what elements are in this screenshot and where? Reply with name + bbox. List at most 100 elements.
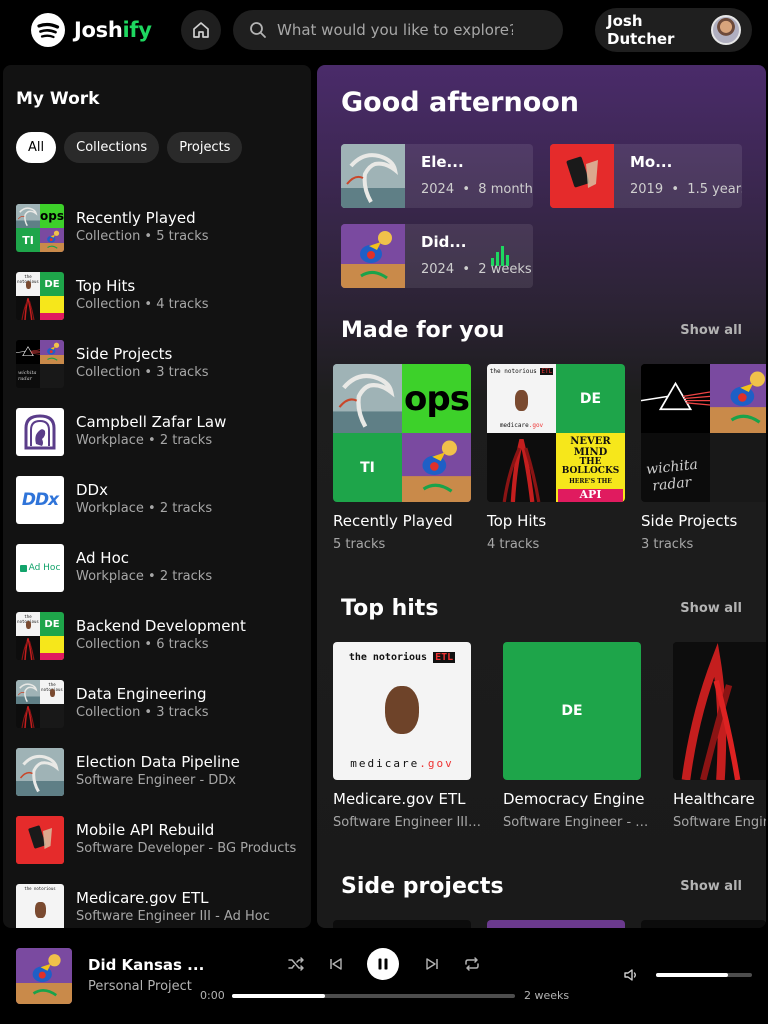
collection-art: wichita radar	[16, 340, 64, 388]
now-playing-subtitle: Personal Project	[88, 979, 192, 994]
collection-art: ops TI	[333, 364, 471, 502]
volume-button[interactable]	[622, 966, 640, 988]
recent-card[interactable]: Did... 2024 • 2 weeks	[341, 224, 533, 288]
library-item-meta: Workplace • 2 tracks	[76, 569, 213, 584]
library-item-name: Election Data Pipeline	[76, 753, 240, 771]
show-all-top-hits[interactable]: Show all	[680, 601, 742, 616]
main-content: Good afternoon Ele... 2024 • 8 months Mo…	[317, 65, 766, 928]
album-art	[341, 144, 405, 208]
card-title: Medicare.gov ETL	[333, 790, 466, 808]
library-item-meta: Collection • 3 tracks	[76, 705, 209, 720]
album-art	[16, 816, 64, 864]
collection-art: the notorious DE	[16, 612, 64, 660]
spotify-logo-icon	[31, 13, 65, 47]
greeting: Good afternoon	[341, 87, 580, 118]
library-item[interactable]: DDx DDx Workplace • 2 tracks	[16, 476, 306, 544]
library-item-name: DDx	[76, 481, 108, 499]
user-menu[interactable]: Josh Dutcher	[595, 8, 752, 52]
card-subtitle: 4 tracks	[487, 537, 540, 552]
library-item-meta: Collection • 5 tracks	[76, 229, 209, 244]
library-item[interactable]: the notorious DE Top Hits Collection • 4…	[16, 272, 306, 340]
shuffle-icon	[288, 957, 304, 971]
repeat-button[interactable]	[460, 952, 484, 976]
recent-card[interactable]: Mo... 2019 • 1.5 years	[550, 144, 742, 208]
library-item-name: Side Projects	[76, 345, 173, 363]
progress-bar[interactable]	[232, 994, 515, 998]
library-item[interactable]: Ad Hoc Ad Hoc Workplace • 2 tracks	[16, 544, 306, 612]
library-list: ops TI Recently Played Collection • 5 tr…	[16, 204, 306, 928]
ddx-logo: DDx	[16, 476, 64, 524]
now-playing-art	[16, 948, 72, 1004]
card-title: Democracy Engine	[503, 790, 645, 808]
library-filters: All Collections Projects	[16, 132, 243, 163]
library-item[interactable]: the notorious DE Backend Development Col…	[16, 612, 306, 680]
search-bar[interactable]	[233, 10, 563, 50]
library-item-meta: Collection • 3 tracks	[76, 365, 209, 380]
adhoc-logo: Ad Hoc	[16, 544, 64, 592]
library-item[interactable]: the notorious Medicare.gov ETL Software …	[16, 884, 306, 928]
recent-card[interactable]: Ele... 2024 • 8 months	[341, 144, 533, 208]
now-playing-title: Did Kansas ...	[88, 956, 205, 974]
track-card[interactable]: Healthcare Software Engineer	[673, 642, 766, 830]
collection-art: the notorious	[16, 680, 64, 728]
library-item-name: Top Hits	[76, 277, 136, 295]
library-item-meta: Workplace • 2 tracks	[76, 501, 213, 516]
ddx-logo-text: DDx	[21, 490, 59, 510]
card-title: Healthcare	[673, 790, 755, 808]
recent-title: Mo...	[630, 153, 673, 171]
library-item[interactable]: Campbell Zafar Law Workplace • 2 tracks	[16, 408, 306, 476]
playlist-card[interactable]: wichita radar Side Projects 3 tracks	[641, 364, 766, 552]
library-item-meta: Collection • 6 tracks	[76, 637, 209, 652]
search-input[interactable]	[277, 21, 513, 39]
card-title: Top Hits	[487, 512, 547, 530]
filter-collections[interactable]: Collections	[64, 132, 160, 163]
track-card[interactable]: the notorious ETL medicare.gov Medicare.g…	[333, 642, 485, 830]
elapsed-time: 0:00	[200, 989, 225, 1002]
library-item[interactable]: Mobile API Rebuild Software Developer - …	[16, 816, 306, 884]
track-card[interactable]: DE Democracy Engine Software Engineer - …	[503, 642, 655, 830]
album-art	[550, 144, 614, 208]
playlist-card[interactable]: ops TI Recently Played 5 tracks	[333, 364, 471, 552]
collection-art: the notorious DE	[16, 272, 64, 320]
library-item[interactable]: Election Data Pipeline Software Engineer…	[16, 748, 306, 816]
campbell-logo	[16, 408, 64, 456]
library-item[interactable]: the notorious Data Engineering Collectio…	[16, 680, 306, 748]
library-item-name: Recently Played	[76, 209, 196, 227]
shuffle-button[interactable]	[284, 952, 308, 976]
adhoc-logo-text: Ad Hoc	[28, 563, 61, 573]
collection-art: wichita radar	[641, 364, 766, 502]
next-button[interactable]	[420, 952, 444, 976]
filter-all[interactable]: All	[16, 132, 57, 163]
playlist-card[interactable]: the notorious ETL medicare.gov DE NEVER M…	[487, 364, 625, 552]
player-bar: Did Kansas ... Personal Project 0:00 2 w…	[0, 928, 768, 1024]
card-title: Recently Played	[333, 512, 453, 530]
repeat-icon	[465, 957, 479, 971]
previous-button[interactable]	[324, 952, 348, 976]
volume-slider[interactable]	[656, 973, 752, 977]
section-title-made-for-you: Made for you	[341, 318, 505, 343]
card-subtitle: Software Engineer	[673, 815, 766, 830]
collection-art: the notorious ETL medicare.gov DE NEVER M…	[487, 364, 625, 502]
home-icon	[193, 22, 209, 38]
show-all-side-projects[interactable]: Show all	[680, 879, 742, 894]
library-item[interactable]: wichita radar Side Projects Collection • …	[16, 340, 306, 408]
show-all-made-for-you[interactable]: Show all	[680, 323, 742, 338]
album-art	[487, 920, 625, 928]
filter-projects[interactable]: Projects	[167, 132, 243, 163]
library-item-name: Data Engineering	[76, 685, 207, 703]
card-subtitle: Software Engineer - Democracy Engine	[503, 815, 655, 830]
album-art	[333, 920, 471, 928]
library-item-meta: Workplace • 2 tracks	[76, 433, 213, 448]
library-item-meta: Software Engineer - DDx	[76, 773, 237, 788]
home-button[interactable]	[181, 10, 221, 50]
album-art	[673, 642, 766, 780]
section-title-side-projects: Side projects	[341, 874, 504, 899]
skip-back-icon	[330, 958, 342, 970]
album-art	[641, 920, 766, 928]
library-panel: My Work All Collections Projects ops TI …	[3, 65, 311, 928]
app-name: Joshify	[74, 18, 152, 42]
library-item-meta: Collection • 4 tracks	[76, 297, 209, 312]
app-logo[interactable]: Joshify	[31, 13, 152, 47]
library-item[interactable]: ops TI Recently Played Collection • 5 tr…	[16, 204, 306, 272]
pause-button[interactable]	[367, 948, 399, 980]
